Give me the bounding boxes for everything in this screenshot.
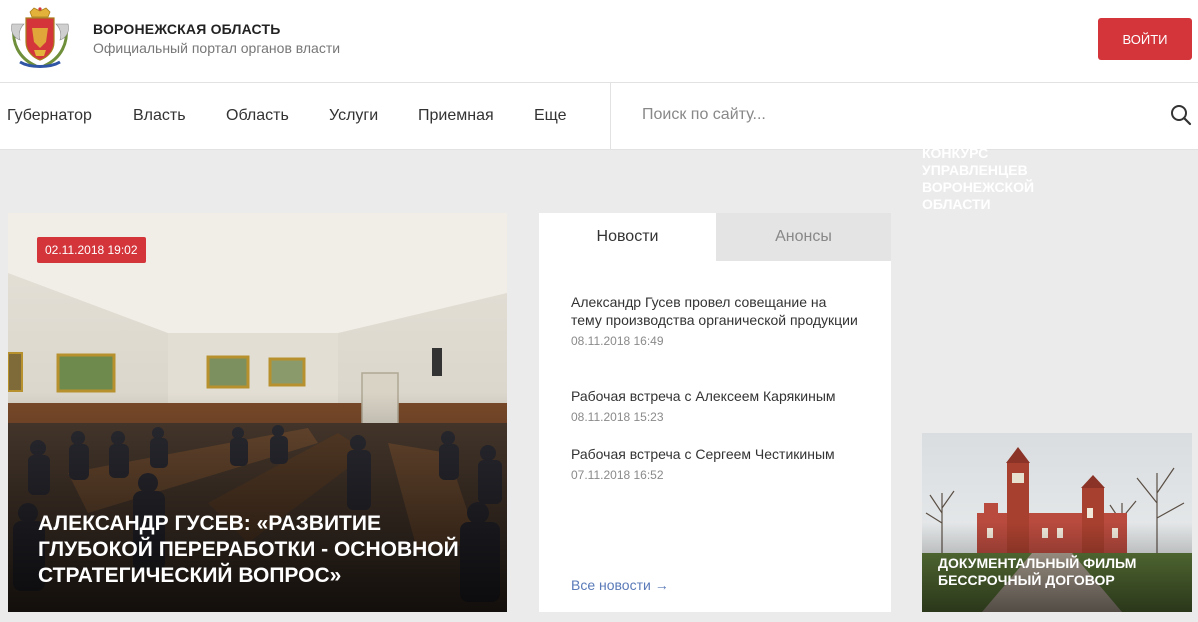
news-item-title[interactable]: Рабочая встреча с Сергеем Честикиным [571,445,861,463]
tab-news[interactable]: Новости [539,213,716,261]
news-item-title[interactable]: Рабочая встреча с Алексеем Карякиным [571,387,861,405]
tab-announcements[interactable]: Анонсы [716,213,891,261]
nav-item-region[interactable]: Область [226,107,289,125]
news-item-date: 07.11.2018 16:52 [571,468,664,482]
nav-item-authority[interactable]: Власть [133,107,186,125]
hero-title[interactable]: АЛЕКСАНДР ГУСЕВ: «РАЗВИТИЕ ГЛУБОКОЙ ПЕРЕ… [38,511,498,589]
nav-item-services[interactable]: Услуги [329,107,378,125]
search-icon[interactable] [1170,104,1192,126]
hero-date-badge: 02.11.2018 19:02 [37,237,146,263]
login-button[interactable]: ВОЙТИ [1098,18,1192,60]
news-item-date: 08.11.2018 15:23 [571,410,664,424]
news-item-date: 08.11.2018 16:49 [571,334,664,348]
film-card[interactable]: ДОКУМЕНТАЛЬНЫЙ ФИЛЬМ БЕССРОЧНЫЙ ДОГОВОР [922,433,1192,612]
hero-news-card[interactable]: 02.11.2018 19:02 АЛЕКСАНДР ГУСЕВ: «РАЗВИ… [8,213,507,612]
site-subtitle: Официальный портал органов власти [93,40,341,56]
main-nav: Губернатор Власть Область Услуги Приемна… [0,83,1198,150]
search-input[interactable] [630,95,1150,135]
nav-item-governor[interactable]: Губернатор [7,107,92,125]
nav-item-reception[interactable]: Приемная [418,107,494,125]
film-title[interactable]: ДОКУМЕНТАЛЬНЫЙ ФИЛЬМ БЕССРОЧНЫЙ ДОГОВОР [938,555,1178,589]
site-title: ВОРОНЕЖСКАЯ ОБЛАСТЬ [93,21,281,37]
site-header: ВОРОНЕЖСКАЯ ОБЛАСТЬ Официальный портал о… [0,0,1198,83]
nav-item-more[interactable]: Еще [534,107,567,125]
nav-divider [610,83,611,149]
promo-contest-link[interactable]: КОНКУРС УПРАВЛЕНЦЕВ ВОРОНЕЖСКОЙ ОБЛАСТИ [922,145,1062,213]
news-list-item[interactable]: Александр Гусев провел совещание на тему… [571,293,861,348]
news-list-item[interactable]: Рабочая встреча с Алексеем Карякиным 08.… [571,387,861,424]
news-panel: Новости Анонсы Александр Гусев провел со… [539,213,891,612]
all-news-link[interactable]: Все новости → [571,577,669,593]
news-list-item[interactable]: Рабочая встреча с Сергеем Честикиным 07.… [571,445,861,482]
coat-of-arms-icon[interactable] [6,6,74,70]
news-item-title[interactable]: Александр Гусев провел совещание на тему… [571,293,861,329]
